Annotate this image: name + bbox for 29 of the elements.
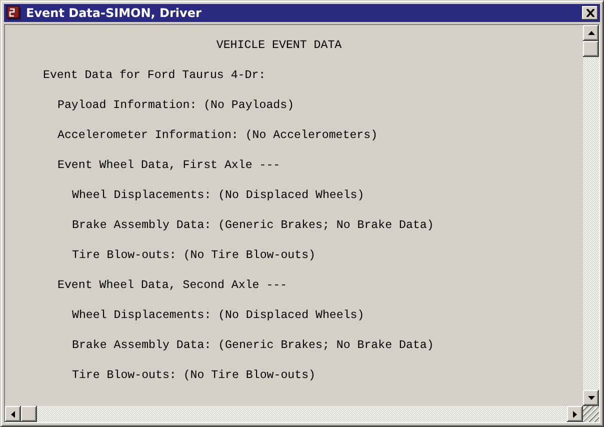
window-title: Event Data-SIMON, Driver: [26, 6, 202, 20]
report-line: Accelerometer Information: (No Accelerometers): [58, 129, 378, 142]
horizontal-scrollbar[interactable]: [5, 406, 583, 422]
report-line: Brake Assembly Data: (Generic Brakes; No Brake Data): [72, 339, 434, 352]
report-line: Event Data for Ford Taurus 4-Dr:: [43, 69, 266, 82]
scroll-right-button[interactable]: [567, 406, 583, 422]
report-line: Wheel Displacements: (No Displaced Wheels): [72, 309, 364, 322]
close-button[interactable]: [582, 6, 598, 20]
report-line: Brake Assembly Data: (Generic Brakes; No Brake Data): [72, 219, 434, 232]
report-line: Tire Blow-outs: (No Tire Blow-outs): [72, 369, 316, 382]
vertical-scrollbar[interactable]: [583, 25, 599, 406]
scroll-up-button[interactable]: [583, 25, 599, 41]
scroll-left-button[interactable]: [5, 406, 21, 422]
report-heading: VEHICLE EVENT DATA: [215, 38, 343, 54]
scroll-thumb[interactable]: [21, 406, 37, 422]
right-arrow-icon: [573, 410, 577, 418]
scroll-thumb[interactable]: [583, 41, 599, 57]
report-line: Payload Information: (No Payloads): [58, 99, 294, 112]
left-arrow-icon: [11, 410, 15, 418]
app-icon: [6, 5, 22, 21]
up-arrow-icon: [588, 31, 594, 35]
close-icon: [586, 9, 594, 17]
report-line: Event Wheel Data, First Axle ---: [58, 159, 280, 172]
scroll-down-button[interactable]: [583, 390, 599, 406]
resize-grip[interactable]: [583, 406, 599, 422]
report-line: Wheel Displacements: (No Displaced Wheels): [72, 189, 364, 202]
report-line: Tire Blow-outs: (No Tire Blow-outs): [72, 249, 316, 262]
down-arrow-icon: [588, 396, 594, 400]
report-line: Event Wheel Data, Second Axle ---: [58, 279, 288, 292]
